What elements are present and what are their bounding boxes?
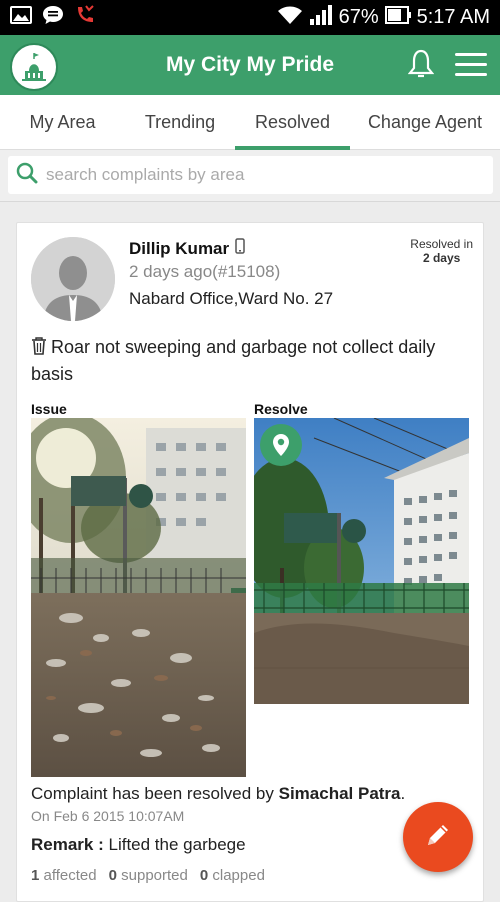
resolved-by-prefix: Complaint has been resolved by — [31, 784, 274, 803]
tab-my-area[interactable]: My Area — [0, 95, 125, 149]
resolve-photo[interactable] — [254, 418, 469, 704]
resolved-by-suffix: . — [400, 784, 406, 803]
supported-label: supported — [121, 867, 188, 884]
stat-affected[interactable]: 1 affected — [31, 867, 97, 884]
clapped-count: 0 — [199, 867, 209, 884]
battery-percent: 67% — [338, 6, 379, 28]
clapped-label: clapped — [212, 867, 265, 884]
tab-bar: My Area Trending Resolved Change Agent — [0, 95, 500, 150]
resolved-in-badge: Resolved in 2 days — [410, 237, 473, 265]
menu-icon[interactable] — [455, 53, 487, 83]
search-box — [8, 156, 493, 194]
resolved-in-days: 2 days — [422, 251, 461, 265]
resolve-label: Resolve — [254, 401, 308, 417]
search-input[interactable] — [46, 165, 466, 185]
complaint-description: Roar not sweeping and garbage not collec… — [31, 335, 471, 387]
remark-text: Lifted the garbege — [108, 835, 246, 854]
complaint-location: Nabard Office,Ward No. 27 — [129, 289, 334, 308]
tab-change-agent[interactable]: Change Agent — [350, 95, 500, 149]
pencil-icon — [423, 820, 453, 855]
new-complaint-button[interactable] — [403, 802, 473, 872]
remark-label: Remark : — [31, 835, 104, 854]
user-name-row: Dillip Kumar — [129, 238, 245, 259]
chat-icon — [42, 5, 64, 30]
remark: Remark : Lifted the garbege — [31, 835, 246, 855]
avatar — [31, 237, 115, 321]
signal-icon — [309, 4, 333, 31]
issue-label: Issue — [31, 401, 67, 417]
clock-time: 5:17 AM — [416, 6, 490, 28]
missed-call-icon — [74, 4, 96, 31]
search-bar-container — [0, 150, 500, 202]
mobile-phone-icon — [235, 238, 245, 259]
wifi-icon — [277, 5, 303, 31]
affected-label: affected — [43, 867, 97, 884]
location-pin-icon[interactable] — [260, 424, 302, 466]
resolved-in-label: Resolved in — [410, 237, 473, 251]
resolved-by-name: Simachal Patra — [278, 784, 401, 803]
complaint-description-text: Roar not sweeping and garbage not collec… — [31, 337, 436, 384]
tab-resolved[interactable]: Resolved — [235, 95, 350, 150]
supported-count: 0 — [108, 867, 117, 884]
status-bar: 67% 5:17 AM — [0, 0, 500, 35]
tab-trending[interactable]: Trending — [125, 95, 235, 149]
app-bar: My City My Pride — [0, 35, 500, 95]
resolved-by-text: Complaint has been resolved by Simachal … — [31, 784, 405, 804]
stat-clapped[interactable]: 0 clapped — [200, 867, 265, 884]
complaint-card[interactable]: Dillip Kumar 2 days ago(#15108) Nabard O… — [16, 222, 484, 902]
trash-icon — [31, 337, 47, 362]
complaint-time-id: 2 days ago(#15108) — [129, 262, 281, 281]
issue-photo[interactable] — [31, 418, 246, 777]
bell-icon[interactable] — [407, 49, 435, 84]
resolved-date: On Feb 6 2015 10:07AM — [31, 808, 185, 824]
affected-count: 1 — [31, 867, 40, 884]
battery-icon — [384, 5, 411, 30]
search-icon — [16, 162, 38, 189]
image-icon — [10, 6, 32, 29]
user-name: Dillip Kumar — [129, 238, 230, 258]
complaint-stats: 1 affected 0 supported 0 clapped — [31, 867, 265, 884]
stat-supported[interactable]: 0 supported — [109, 867, 188, 884]
